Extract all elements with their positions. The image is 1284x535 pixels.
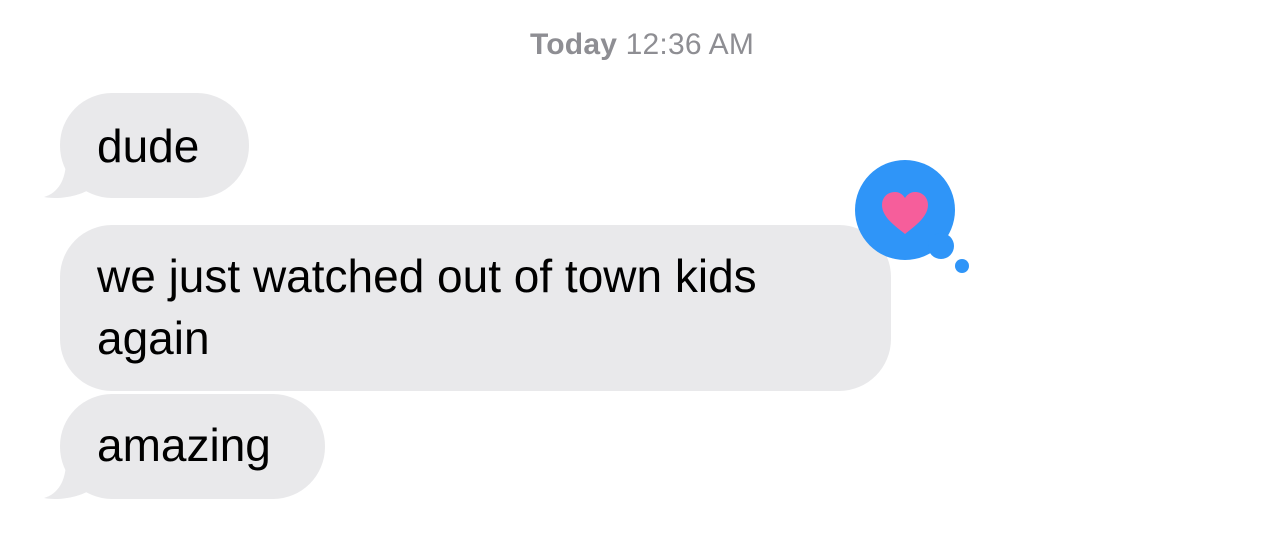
message-text: amazing xyxy=(97,419,271,471)
message-text: we just watched out of town kids again xyxy=(97,250,757,364)
message-bubble-incoming[interactable]: amazing xyxy=(60,394,325,499)
message-bubble-incoming[interactable]: dude xyxy=(60,93,249,198)
message-bubble-incoming[interactable]: we just watched out of town kids again xyxy=(60,225,891,391)
message-timestamp: Today 12:36 AM xyxy=(0,28,1284,62)
timestamp-time: 12:36 AM xyxy=(625,28,755,61)
timestamp-day: Today xyxy=(529,28,618,61)
message-text: dude xyxy=(97,120,200,172)
tapback-heart-reaction[interactable] xyxy=(854,160,974,275)
